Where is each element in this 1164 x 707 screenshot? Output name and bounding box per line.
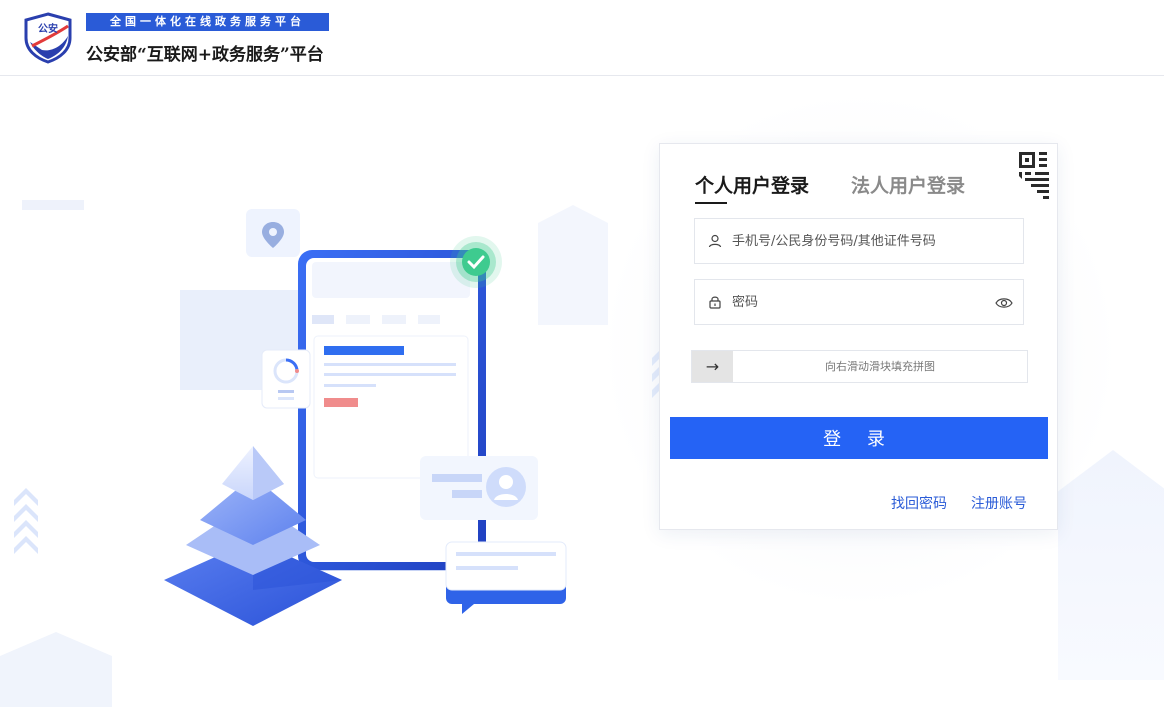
account-links: 找回密码 注册账号 [891, 493, 1027, 513]
login-card: 个人用户登录 法人用户登录 → 向右滑动滑块 [659, 143, 1058, 530]
password-input[interactable] [732, 294, 995, 310]
qr-code-login-icon[interactable] [987, 144, 1057, 214]
user-profile-card-icon [420, 456, 538, 520]
slider-hint: 向右滑动滑块填充拼图 [825, 360, 935, 373]
chevron-up-decor-icon [14, 488, 38, 554]
login-button[interactable]: 登 录 [670, 417, 1048, 459]
tab-personal-login[interactable]: 个人用户登录 [695, 171, 809, 204]
lock-icon [708, 295, 722, 309]
eye-icon[interactable] [995, 295, 1013, 309]
slide-captcha: → 向右滑动滑块填充拼图 [691, 350, 1028, 383]
username-field[interactable] [694, 218, 1024, 264]
check-circle-icon [450, 236, 502, 288]
login-illustration [14, 209, 660, 626]
username-input[interactable] [732, 233, 1023, 249]
register-link[interactable]: 注册账号 [971, 493, 1027, 513]
slider-handle[interactable]: → [692, 351, 733, 382]
forgot-password-link[interactable]: 找回密码 [891, 493, 947, 513]
progress-card-icon [261, 349, 311, 409]
tab-corporate-login[interactable]: 法人用户登录 [851, 171, 965, 198]
password-field[interactable] [694, 279, 1024, 325]
login-type-tabs: 个人用户登录 法人用户登录 [695, 171, 965, 204]
chat-bubble-icon [445, 541, 567, 614]
phone-illustration [298, 250, 486, 570]
user-icon [708, 234, 722, 248]
location-pin-icon [246, 209, 300, 257]
decor-cube [1058, 450, 1164, 680]
